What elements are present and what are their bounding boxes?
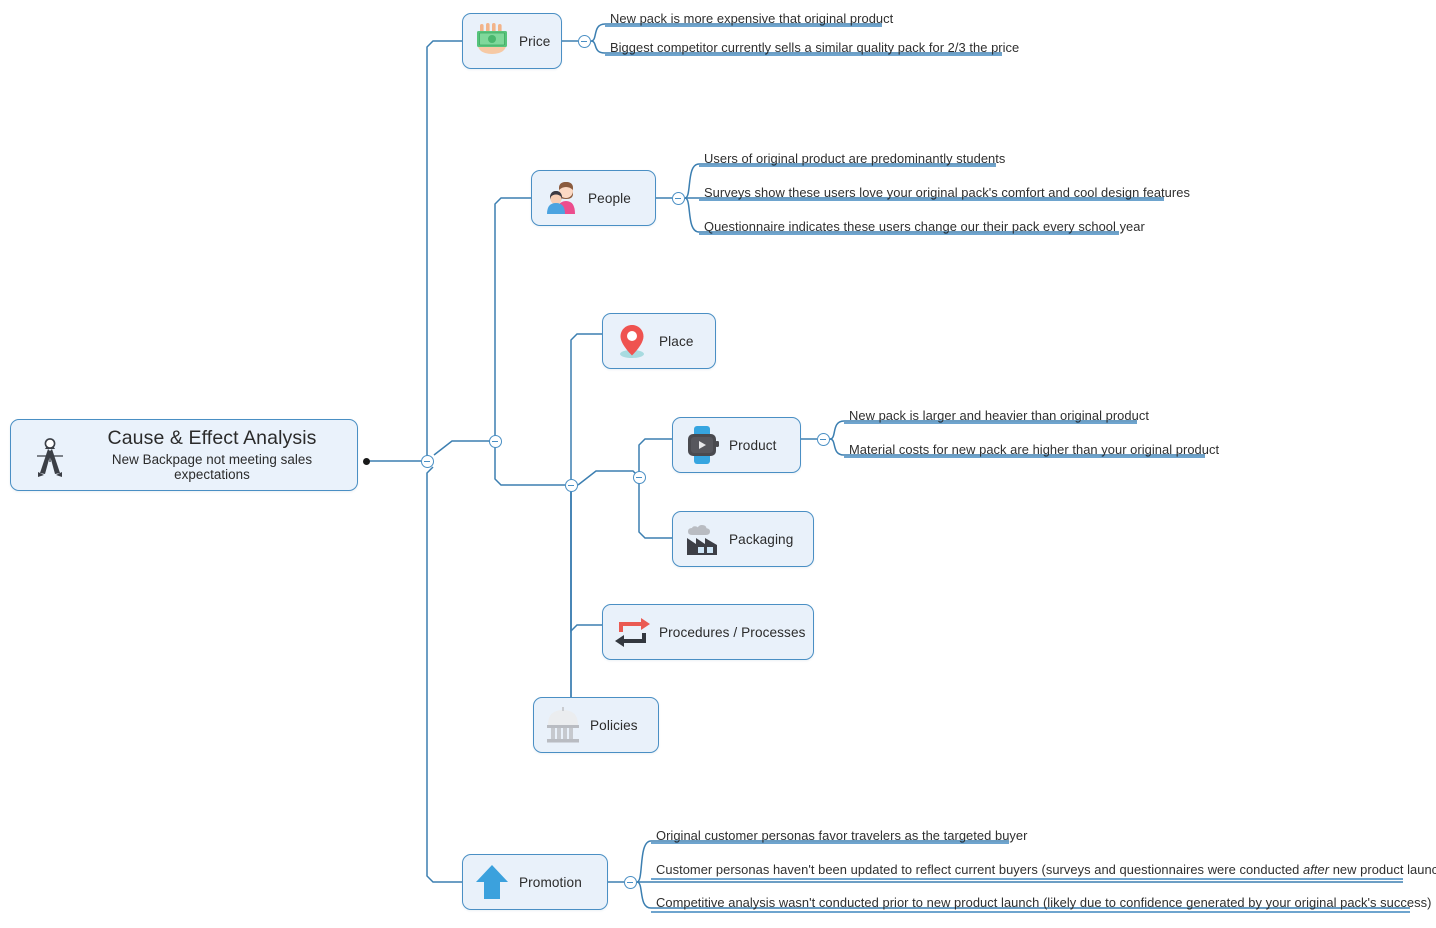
leaf-promotion-1-text: Customer personas haven't been updated t… <box>656 862 1436 877</box>
mindmap-canvas: Cause & Effect Analysis New Backpage not… <box>0 0 1436 928</box>
branch-node-price[interactable]: Price <box>462 13 562 69</box>
compass-divider-icon <box>19 424 81 486</box>
leaf-people-1: Surveys show these users love your origi… <box>704 185 1190 200</box>
leaf-promotion-0: Original customer personas favor travele… <box>656 828 1028 843</box>
root-node[interactable]: Cause & Effect Analysis New Backpage not… <box>10 419 358 491</box>
branch-node-people[interactable]: People <box>531 170 656 226</box>
branch-node-promotion[interactable]: Promotion <box>462 854 608 910</box>
root-title: Cause & Effect Analysis <box>107 427 317 450</box>
branch-node-place[interactable]: Place <box>602 313 716 369</box>
toggle-promotion-details[interactable] <box>624 876 637 889</box>
branch-label-procedures: Procedures / Processes <box>659 624 806 640</box>
root-subtitle: New Backpage not meeting sales expectati… <box>111 451 313 483</box>
toggle-product-group[interactable] <box>633 471 646 484</box>
smart-watch-icon <box>679 422 725 468</box>
toggle-product-details[interactable] <box>817 433 830 446</box>
branch-label-packaging: Packaging <box>729 531 794 547</box>
branch-label-people: People <box>588 190 631 206</box>
branch-label-product: Product <box>729 437 777 453</box>
leaf-product-0: New pack is larger and heavier than orig… <box>849 408 1149 423</box>
leaf-people-0: Users of original product are predominan… <box>704 151 1006 166</box>
branch-label-price: Price <box>519 33 551 49</box>
branch-node-product[interactable]: Product <box>672 417 801 473</box>
map-pin-icon <box>609 318 655 364</box>
toggle-people-details[interactable] <box>672 192 685 205</box>
up-arrow-icon <box>469 859 515 905</box>
leaf-product-1: Material costs for new pack are higher t… <box>849 442 1220 457</box>
branch-node-policies[interactable]: Policies <box>533 697 659 753</box>
leaf-people-2: Questionnaire indicates these users chan… <box>704 219 1145 234</box>
factory-icon <box>679 516 725 562</box>
money-in-hand-icon <box>469 18 515 64</box>
leaf-promotion-1: Customer personas haven't been updated t… <box>656 862 1436 877</box>
branch-label-place: Place <box>659 333 694 349</box>
classical-building-icon <box>540 702 586 748</box>
root-text-block: Cause & Effect Analysis New Backpage not… <box>81 427 357 482</box>
leaf-price-0: New pack is more expensive that original… <box>610 11 894 26</box>
toggle-root-branch[interactable] <box>421 455 434 468</box>
leaf-price-1: Biggest competitor currently sells a sim… <box>610 40 1020 55</box>
toggle-price-details[interactable] <box>578 35 591 48</box>
toggle-inner-branch[interactable] <box>489 435 502 448</box>
process-arrows-icon <box>609 609 655 655</box>
branch-node-procedures[interactable]: Procedures / Processes <box>602 604 814 660</box>
branch-node-packaging[interactable]: Packaging <box>672 511 814 567</box>
branch-label-promotion: Promotion <box>519 874 582 890</box>
root-connector-dot <box>363 458 370 465</box>
toggle-mid-group[interactable] <box>565 479 578 492</box>
branch-label-policies: Policies <box>590 717 638 733</box>
leaf-promotion-2: Competitive analysis wasn't conducted pr… <box>656 895 1432 910</box>
family-people-icon <box>538 175 584 221</box>
